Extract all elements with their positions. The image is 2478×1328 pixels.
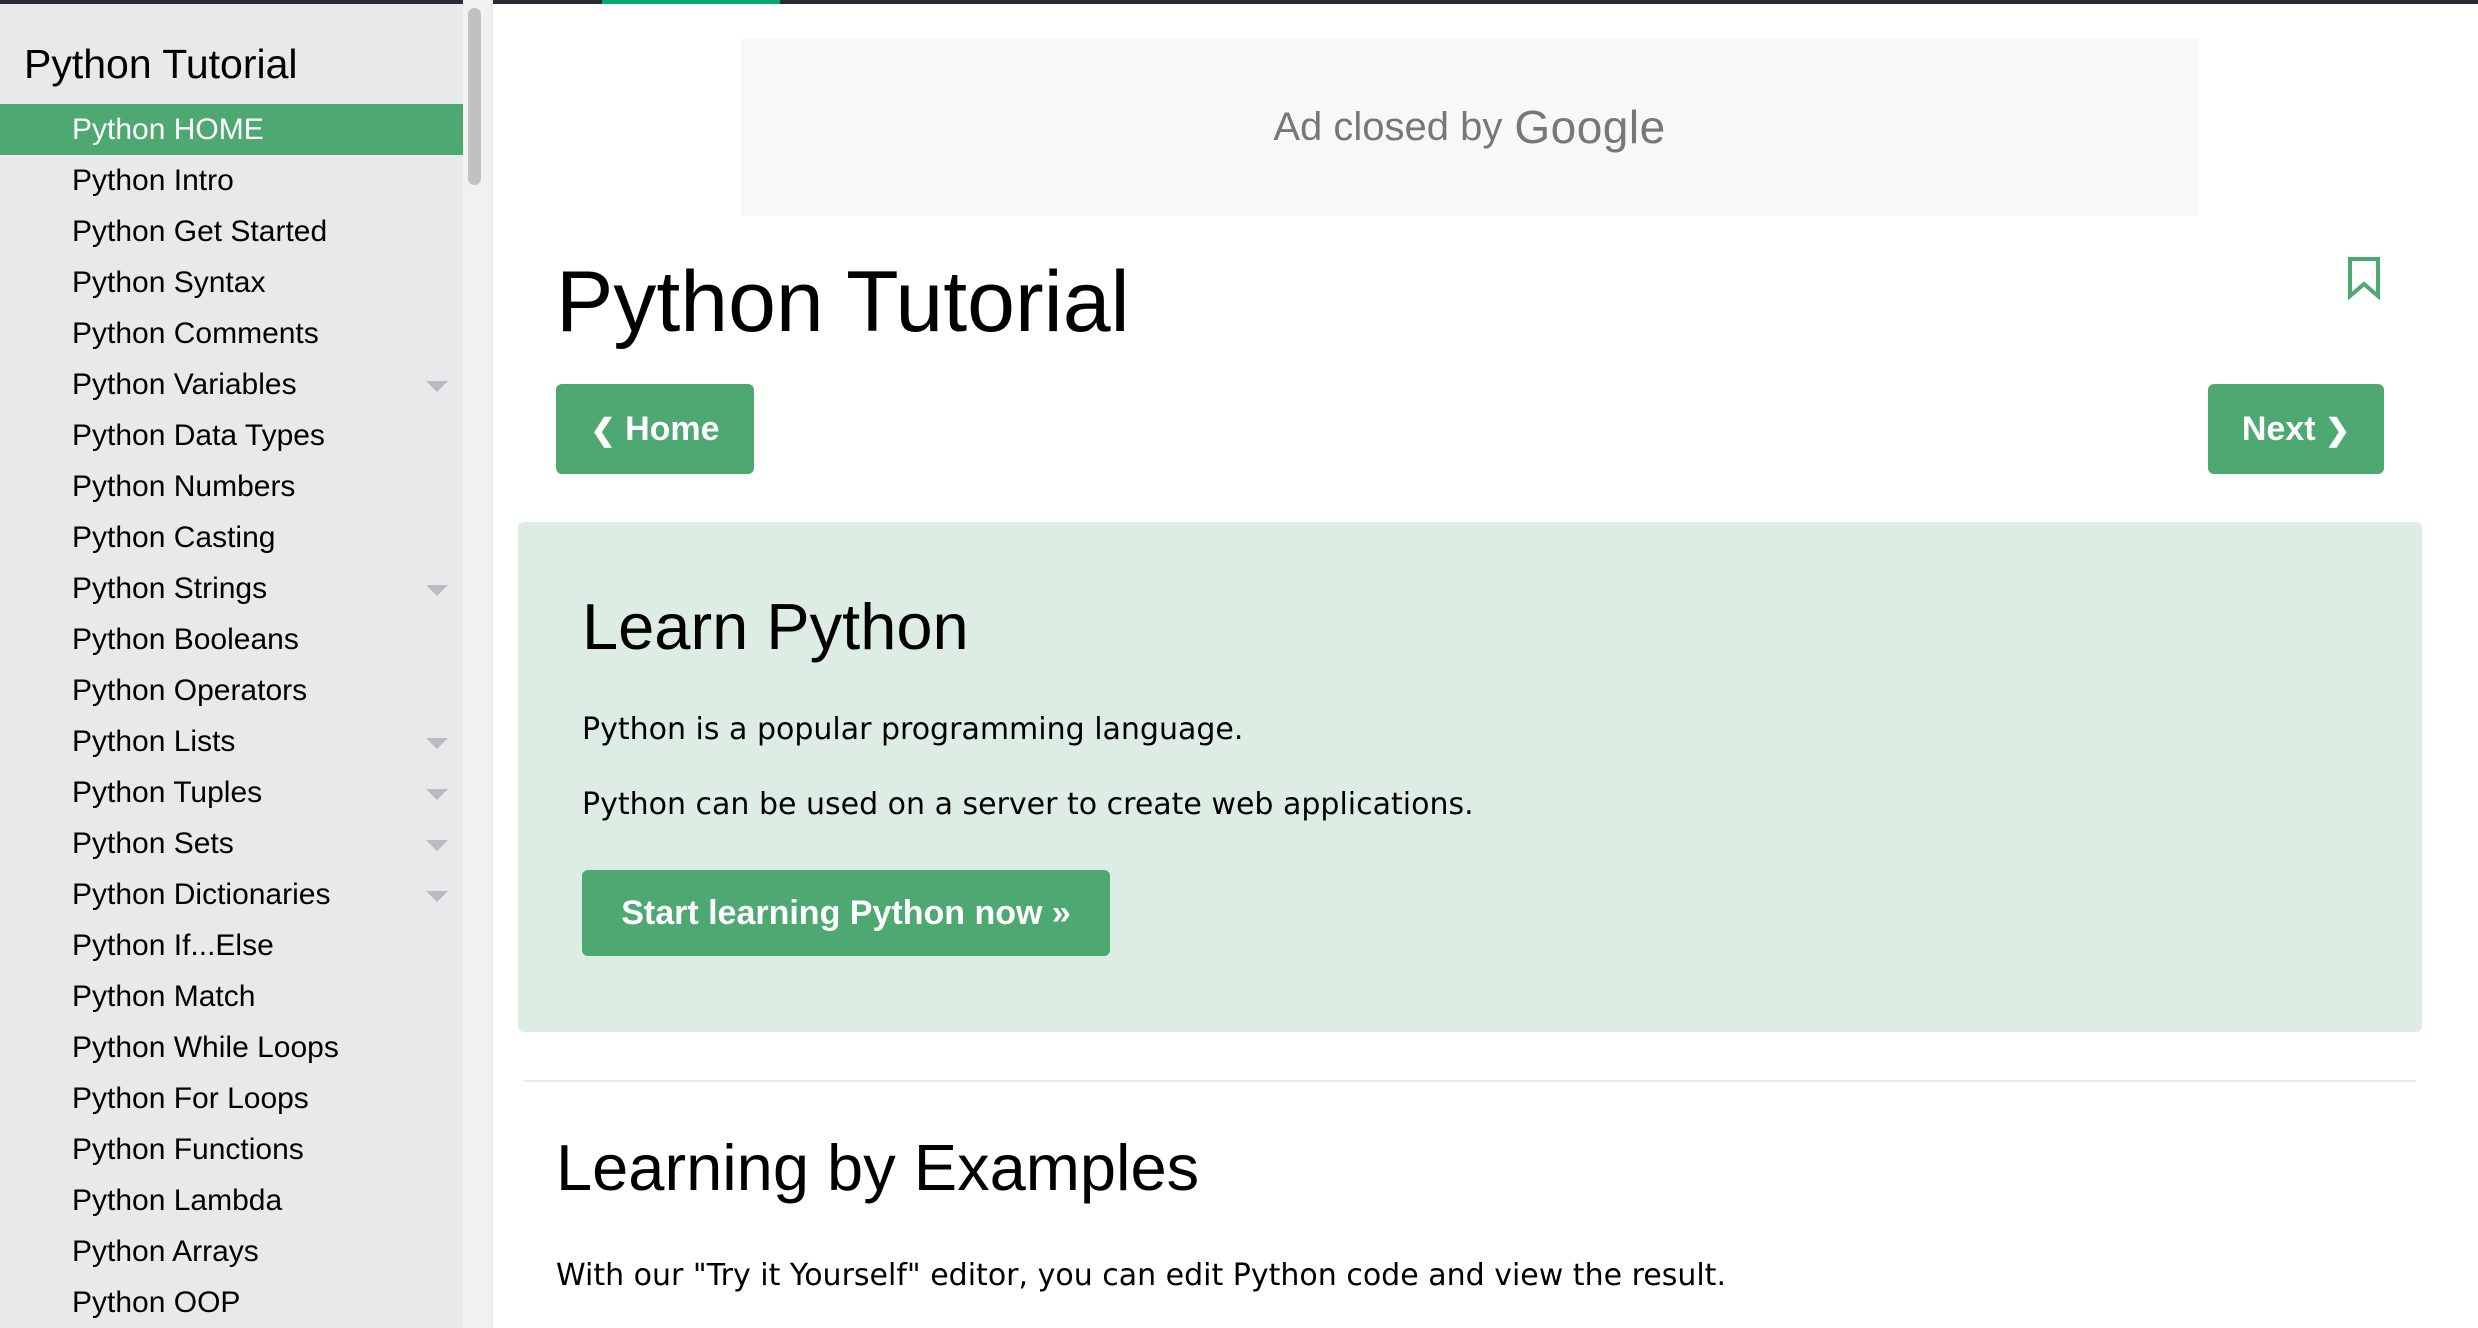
ad-placeholder: Ad closed by Google	[741, 38, 2198, 216]
sidebar-item-functions[interactable]: Python Functions	[0, 1124, 463, 1175]
sidebar-item-dictionaries[interactable]: Python Dictionaries	[0, 869, 463, 920]
sidebar-item-variables[interactable]: Python Variables	[0, 359, 463, 410]
ad-text: Ad closed by	[1273, 104, 1503, 149]
page-title: Python Tutorial	[556, 254, 1130, 350]
sidebar-item-if-else[interactable]: Python If...Else	[0, 920, 463, 971]
sidebar-item-label: Python HOME	[72, 113, 264, 146]
sidebar-item-operators[interactable]: Python Operators	[0, 665, 463, 716]
caret-down-icon[interactable]	[426, 891, 448, 902]
caret-down-icon[interactable]	[426, 738, 448, 749]
caret-down-icon[interactable]	[426, 585, 448, 596]
chevron-left-icon: ❮	[590, 414, 616, 447]
examples-heading: Learning by Examples	[556, 1131, 1200, 1204]
home-button-label: Home	[625, 410, 720, 448]
sidebar-item-arrays[interactable]: Python Arrays	[0, 1226, 463, 1277]
sidebar-item-label: Python Numbers	[72, 470, 296, 503]
sidebar-item-lists[interactable]: Python Lists	[0, 716, 463, 767]
next-button-label: Next	[2241, 410, 2316, 448]
top-bar-active-indicator	[602, 0, 780, 4]
bookmark-icon[interactable]	[2346, 256, 2382, 300]
sidebar-item-for-loops[interactable]: Python For Loops	[0, 1073, 463, 1124]
examples-paragraph: With our "Try it Yourself" editor, you c…	[556, 1258, 1726, 1293]
sidebar-item-label: Python Data Types	[72, 419, 325, 452]
learn-python-paragraph-2: Python can be used on a server to create…	[582, 787, 1474, 822]
section-divider	[524, 1080, 2416, 1082]
sidebar-item-label: Python Tuples	[72, 776, 263, 809]
sidebar-item-comments[interactable]: Python Comments	[0, 308, 463, 359]
sidebar-scrollbar-thumb[interactable]	[468, 8, 481, 185]
sidebar-item-label: Python Get Started	[72, 215, 328, 248]
sidebar-item-label: Python Functions	[72, 1133, 304, 1166]
sidebar-item-label: Python Syntax	[72, 266, 266, 299]
sidebar: Python Tutorial Python HOME Python Intro P…	[0, 4, 463, 1328]
sidebar-item-label: Python Match	[72, 980, 256, 1013]
sidebar-item-lambda[interactable]: Python Lambda	[0, 1175, 463, 1226]
home-button[interactable]: ❮ Home	[556, 384, 754, 474]
sidebar-scrollbar[interactable]	[463, 0, 491, 1328]
sidebar-item-syntax[interactable]: Python Syntax	[0, 257, 463, 308]
chevron-right-icon: ❯	[2325, 414, 2351, 447]
caret-down-icon[interactable]	[426, 789, 448, 800]
sidebar-item-strings[interactable]: Python Strings	[0, 563, 463, 614]
sidebar-divider	[491, 0, 493, 1328]
sidebar-item-data-types[interactable]: Python Data Types	[0, 410, 463, 461]
learn-python-heading: Learn Python	[582, 590, 969, 663]
sidebar-item-label: Python Dictionaries	[72, 878, 331, 911]
sidebar-item-label: Python For Loops	[72, 1082, 309, 1115]
sidebar-item-label: Python If...Else	[72, 929, 274, 962]
learn-python-paragraph-1: Python is a popular programming language…	[582, 712, 1244, 747]
sidebar-item-label: Python While Loops	[72, 1031, 339, 1064]
sidebar-item-tuples[interactable]: Python Tuples	[0, 767, 463, 818]
sidebar-item-label: Python Lists	[72, 725, 236, 758]
sidebar-item-match[interactable]: Python Match	[0, 971, 463, 1022]
sidebar-item-label: Python Comments	[72, 317, 319, 350]
caret-down-icon[interactable]	[426, 381, 448, 392]
start-learning-button[interactable]: Start learning Python now »	[582, 870, 1110, 956]
sidebar-item-numbers[interactable]: Python Numbers	[0, 461, 463, 512]
sidebar-item-home[interactable]: Python HOME	[0, 104, 463, 155]
sidebar-item-intro[interactable]: Python Intro	[0, 155, 463, 206]
sidebar-item-get-started[interactable]: Python Get Started	[0, 206, 463, 257]
sidebar-item-label: Python Intro	[72, 164, 234, 197]
sidebar-item-label: Python Variables	[72, 368, 297, 401]
sidebar-item-label: Python Strings	[72, 572, 268, 605]
sidebar-item-label: Python OOP	[72, 1286, 241, 1319]
sidebar-item-oop[interactable]: Python OOP	[0, 1277, 463, 1328]
sidebar-item-label: Python Lambda	[72, 1184, 283, 1217]
sidebar-list: Python HOME Python Intro Python Get Starte…	[0, 104, 463, 1328]
learn-python-panel: Learn Python Python is a popular program…	[518, 522, 2422, 1032]
google-logo-text: Google	[1514, 101, 1666, 153]
sidebar-item-label: Python Booleans	[72, 623, 299, 656]
sidebar-item-while-loops[interactable]: Python While Loops	[0, 1022, 463, 1073]
sidebar-item-booleans[interactable]: Python Booleans	[0, 614, 463, 665]
sidebar-item-label: Python Sets	[72, 827, 234, 860]
next-button[interactable]: Next ❯	[2208, 384, 2384, 474]
sidebar-item-label: Python Arrays	[72, 1235, 259, 1268]
sidebar-item-casting[interactable]: Python Casting	[0, 512, 463, 563]
sidebar-item-label: Python Casting	[72, 521, 276, 554]
sidebar-item-label: Python Operators	[72, 674, 308, 707]
sidebar-item-sets[interactable]: Python Sets	[0, 818, 463, 869]
sidebar-title: Python Tutorial	[24, 41, 298, 87]
caret-down-icon[interactable]	[426, 840, 448, 851]
